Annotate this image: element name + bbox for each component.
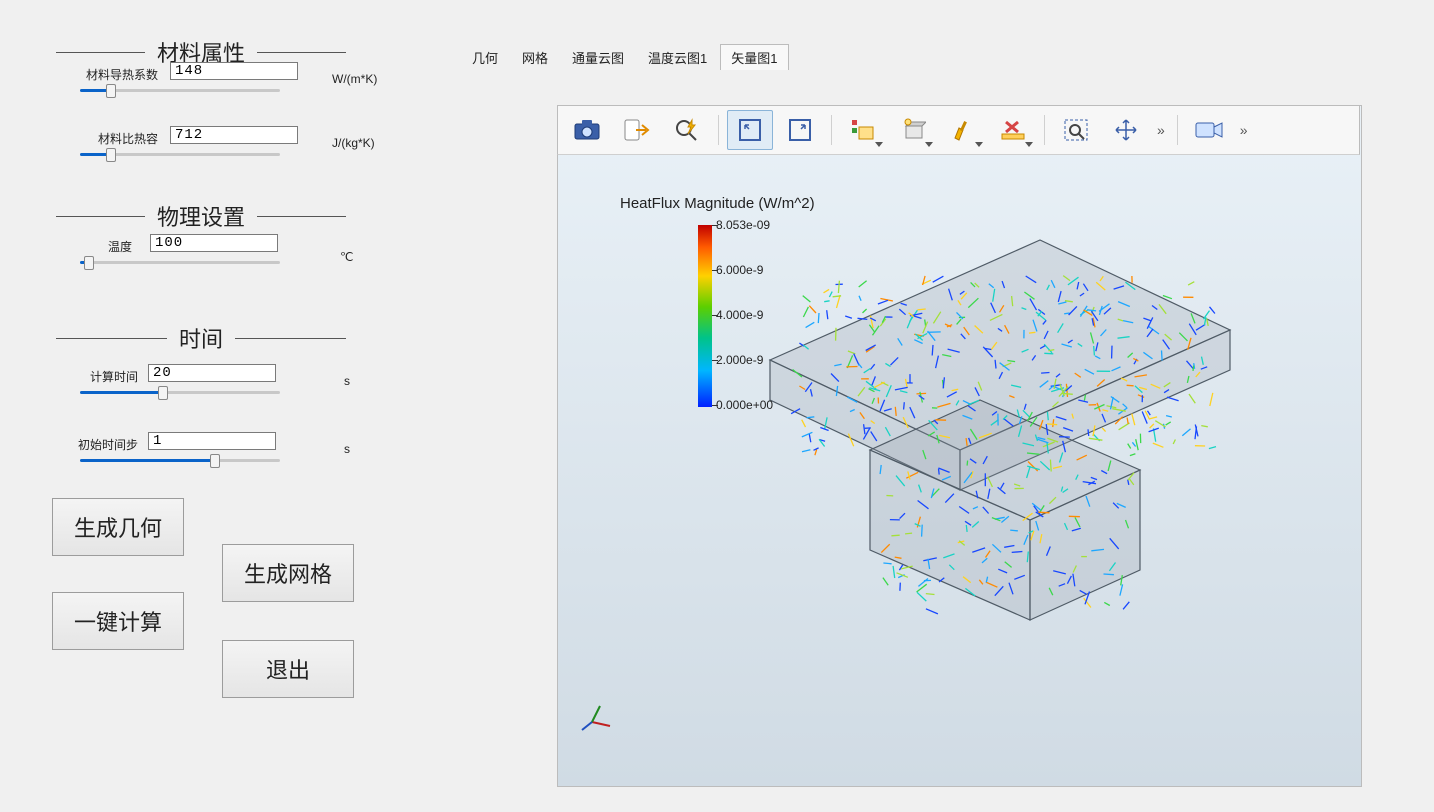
label-calc-time: 计算时间: [78, 368, 138, 385]
zoom-select-icon[interactable]: [1053, 110, 1099, 150]
one-click-compute-button[interactable]: 一键计算: [52, 592, 184, 650]
tab-temp-contour[interactable]: 温度云图1: [637, 44, 718, 70]
legend-colorbar: [698, 225, 712, 407]
lighting-icon[interactable]: [890, 110, 936, 150]
dimension-x-icon[interactable]: [990, 110, 1036, 150]
toolbar-overflow-2[interactable]: »: [1236, 122, 1252, 138]
label-conductivity: 材料导热系数: [70, 66, 158, 83]
color-legend: HeatFlux Magnitude (W/m^2) 8.053e-09 6.0…: [620, 195, 815, 220]
input-temperature[interactable]: [150, 234, 278, 252]
slider-heat-capacity[interactable]: [80, 148, 280, 162]
tab-vector-plot[interactable]: 矢量图1: [720, 44, 788, 70]
zoom-lightning-icon[interactable]: [664, 110, 710, 150]
section-title-time: 时间: [56, 322, 346, 354]
tab-mesh[interactable]: 网格: [511, 44, 559, 70]
generate-mesh-button[interactable]: 生成网格: [222, 544, 354, 602]
unit-heat-capacity: J/(kg*K): [332, 136, 375, 150]
video-camera-icon[interactable]: [1186, 110, 1232, 150]
zoom-box-out-icon[interactable]: [777, 110, 823, 150]
input-heat-capacity[interactable]: [170, 126, 298, 144]
heat-flux-vector-plot: [710, 220, 1270, 640]
unit-calc-time: s: [344, 374, 350, 388]
view-tabs: 几何 网格 通量云图 温度云图1 矢量图1: [461, 45, 791, 69]
toolbar-overflow-1[interactable]: »: [1153, 122, 1169, 138]
unit-temperature: ℃: [340, 250, 353, 264]
legend-ticks: 8.053e-09 6.000e-9 4.000e-9 2.000e-9 0.0…: [716, 219, 773, 411]
slider-conductivity[interactable]: [80, 84, 280, 98]
section-title-physics: 物理设置: [56, 200, 346, 232]
slider-calc-time[interactable]: [80, 386, 280, 400]
exit-button[interactable]: 退出: [222, 640, 354, 698]
viewport-toolbar: » »: [557, 105, 1360, 155]
input-init-step[interactable]: [148, 432, 276, 450]
slider-temperature[interactable]: [80, 256, 280, 270]
scene-menu-icon[interactable]: [840, 110, 886, 150]
tab-flux-contour[interactable]: 通量云图: [561, 44, 635, 70]
unit-conductivity: W/(m*K): [332, 72, 377, 86]
input-calc-time[interactable]: [148, 364, 276, 382]
label-init-step: 初始时间步: [72, 436, 138, 453]
tab-geometry[interactable]: 几何: [461, 44, 509, 70]
camera-icon[interactable]: [564, 110, 610, 150]
pan-icon[interactable]: [1103, 110, 1149, 150]
slider-init-step[interactable]: [80, 454, 280, 468]
axis-triad-icon: [580, 700, 614, 737]
label-heat-capacity: 材料比热容: [70, 130, 158, 147]
left-panel: 材料属性 材料导热系数 W/(m*K) 材料比热容 J/(kg*K) 物理设置 …: [0, 0, 440, 812]
zoom-box-in-icon[interactable]: [727, 110, 773, 150]
brush-icon[interactable]: [940, 110, 986, 150]
export-icon[interactable]: [614, 110, 660, 150]
unit-init-step: s: [344, 442, 350, 456]
input-conductivity[interactable]: [170, 62, 298, 80]
label-temperature: 温度: [82, 238, 132, 255]
generate-geometry-button[interactable]: 生成几何: [52, 498, 184, 556]
legend-title: HeatFlux Magnitude (W/m^2): [620, 195, 815, 212]
